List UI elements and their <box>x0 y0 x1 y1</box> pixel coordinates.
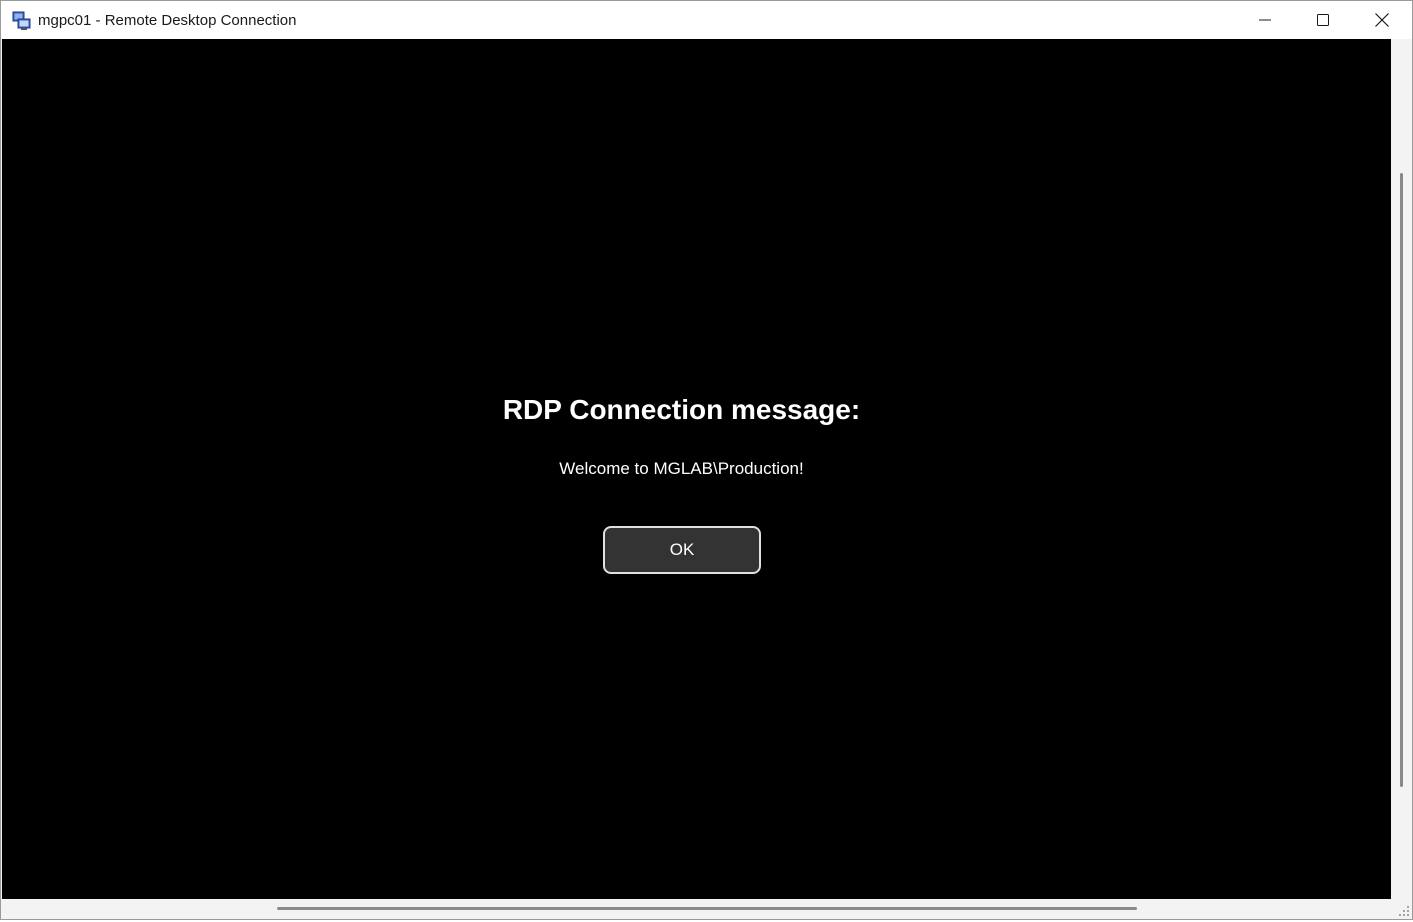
maximize-icon <box>1317 14 1329 26</box>
rdp-window: mgpc01 - Remote Desktop Connection RDP C… <box>0 0 1413 920</box>
connection-message-dialog: RDP Connection message: Welcome to MGLAB… <box>2 39 1391 899</box>
maximize-button[interactable] <box>1294 1 1352 39</box>
remote-session-area[interactable]: RDP Connection message: Welcome to MGLAB… <box>2 39 1391 899</box>
window-title: mgpc01 - Remote Desktop Connection <box>38 12 297 29</box>
horizontal-scrollbar-thumb[interactable] <box>277 907 1137 910</box>
remote-desktop-icon <box>12 11 32 31</box>
vertical-scrollbar-thumb[interactable] <box>1400 173 1403 787</box>
close-button[interactable] <box>1353 1 1411 39</box>
resize-grip-icon[interactable] <box>1396 903 1410 917</box>
dialog-title: RDP Connection message: <box>502 394 861 425</box>
title-bar[interactable]: mgpc01 - Remote Desktop Connection <box>1 1 1412 39</box>
ok-button[interactable]: OK <box>603 526 761 574</box>
dialog-message: Welcome to MGLAB\Production! <box>559 459 804 478</box>
minimize-button[interactable] <box>1236 1 1294 39</box>
minimize-icon <box>1259 19 1271 21</box>
close-icon <box>1375 13 1389 27</box>
